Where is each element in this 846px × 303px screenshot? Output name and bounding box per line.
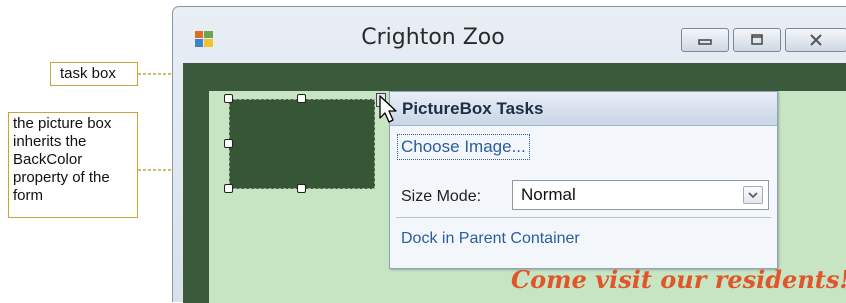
mouse-pointer-icon — [379, 95, 397, 123]
dock-in-parent-container-link[interactable]: Dock in Parent Container — [401, 230, 580, 248]
picturebox-tasks-panel: PictureBox Tasks Choose Image... Size Mo… — [389, 91, 778, 269]
resize-handle-bottom-left[interactable] — [224, 184, 233, 193]
size-mode-dropdown-button[interactable] — [743, 186, 763, 204]
maximize-button[interactable] — [733, 28, 781, 52]
promo-label: Come visit our residents! — [511, 265, 846, 294]
task-box-divider — [396, 217, 771, 218]
size-mode-label: Size Mode: — [401, 188, 482, 205]
picture-box[interactable] — [229, 99, 375, 189]
close-icon — [810, 34, 822, 46]
minimize-button[interactable] — [681, 28, 729, 52]
resize-handle-bottom[interactable] — [297, 184, 306, 193]
chevron-down-icon — [748, 191, 758, 198]
task-box-callout: task box — [50, 62, 138, 86]
picture-box-callout: the picture box inherits the BackColor p… — [8, 112, 138, 218]
task-box-header: PictureBox Tasks — [390, 92, 777, 126]
resize-handle-left[interactable] — [224, 139, 233, 148]
maximize-icon — [751, 34, 763, 45]
resize-handle-top[interactable] — [297, 94, 306, 103]
size-mode-value: Normal — [521, 185, 576, 204]
resize-handle-top-left[interactable] — [224, 94, 233, 103]
minimize-icon — [698, 39, 712, 45]
title-bar[interactable]: Crighton Zoo — [173, 7, 846, 67]
choose-image-link[interactable]: Choose Image... — [397, 134, 530, 160]
task-box-title: PictureBox Tasks — [402, 99, 544, 118]
size-mode-select[interactable]: Normal — [512, 180, 769, 210]
window-title: Crighton Zoo — [361, 25, 505, 50]
close-button[interactable] — [785, 28, 846, 52]
form-window: Crighton Zoo PictureBox Tasks Choose Ima… — [172, 6, 846, 303]
